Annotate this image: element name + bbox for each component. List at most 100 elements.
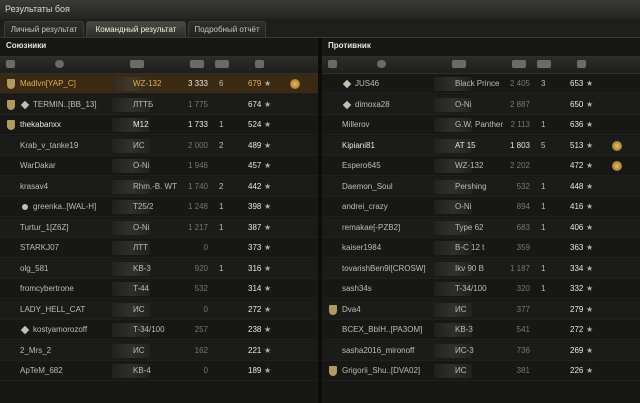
damage-value: 1 946 xyxy=(187,161,208,170)
player-row[interactable]: kostyamorozoff T-34/100 257 238 ★ xyxy=(0,320,318,340)
player-row[interactable]: andrei_crazy O-Ni 894 1 416 ★ xyxy=(322,197,640,217)
tab-detailed-report[interactable]: Подробный отчёт xyxy=(188,21,266,37)
player-row[interactable]: Turtur_1[Z6Z] O-Ni 1 217 1 387 ★ xyxy=(0,217,318,238)
xp-star-icon[interactable] xyxy=(255,60,264,68)
player-name[interactable]: sasha2016_mironoff xyxy=(342,341,414,361)
player-row[interactable]: tovarishBen9l[CROSW] Ikv 90 B 1 187 1 334 ★ xyxy=(322,258,640,279)
player-name[interactable]: STARKJ07 xyxy=(20,238,59,258)
xp-value: 650 xyxy=(570,99,584,109)
player-row[interactable]: Kipiani81 AT 15 1 803 5 513 ★ xyxy=(322,135,640,156)
player-row[interactable]: Espero645 WZ-132 2 202 472 ★ xyxy=(322,156,640,176)
tab-team-result[interactable]: Командный результат xyxy=(86,21,186,37)
player-icon[interactable] xyxy=(55,60,64,68)
platoon-icon[interactable] xyxy=(328,60,337,68)
badge-icon xyxy=(329,304,337,315)
tank-icon[interactable] xyxy=(130,60,144,68)
player-row[interactable]: Krab_v_tanke19 ИС 2 000 2 489 ★ xyxy=(0,135,318,156)
medal-icon[interactable] xyxy=(612,140,622,151)
player-name[interactable]: 2_Mrs_2 xyxy=(20,341,51,361)
player-name[interactable]: WarDakar xyxy=(20,156,56,176)
xp-value: 221 xyxy=(248,345,262,355)
player-name[interactable]: kaiser1984 xyxy=(342,238,381,258)
player-row[interactable]: Grigorii_Shu..[DVA02] ИС 381 226 ★ xyxy=(322,361,640,381)
player-row[interactable]: sash34s T-34/100 320 1 332 ★ xyxy=(322,279,640,299)
player-name[interactable]: krasav4 xyxy=(20,177,48,197)
damage-value: 359 xyxy=(516,243,530,252)
star-icon: ★ xyxy=(264,345,272,355)
player-name[interactable]: remakae[-PZB2] xyxy=(342,218,400,238)
player-row[interactable]: JUS46 Black Prince 2 405 3 653 ★ xyxy=(322,74,640,94)
player-row[interactable]: remakae[-PZB2] Type 62 683 1 406 ★ xyxy=(322,217,640,238)
player-row[interactable]: LADY_HELL_CAT ИС 0 272 ★ xyxy=(0,299,318,320)
tank-name: T-44 xyxy=(133,284,150,293)
frags-value: 2 xyxy=(219,140,224,150)
frags-value: 1 xyxy=(541,181,546,191)
xp-star-icon[interactable] xyxy=(577,60,586,68)
player-row[interactable]: fromcybertrone T-44 532 314 ★ xyxy=(0,279,318,299)
platoon-icon[interactable] xyxy=(6,60,15,68)
medal-icon[interactable] xyxy=(290,79,300,89)
player-name[interactable]: sash34s xyxy=(342,279,372,299)
tank-name: ЛТТБ xyxy=(133,99,154,109)
player-row[interactable]: Dva4 ИС 377 279 ★ xyxy=(322,299,640,320)
player-name[interactable]: Krab_v_tanke19 xyxy=(20,136,78,156)
player-row[interactable]: olg_581 KB-3 920 1 316 ★ xyxy=(0,258,318,279)
player-row[interactable]: 2_Mrs_2 ИС 162 221 ★ xyxy=(0,340,318,361)
damage-icon[interactable] xyxy=(512,60,526,68)
tank-name: O-Ni xyxy=(455,99,472,109)
frags-value: 1 xyxy=(541,120,546,129)
player-name[interactable]: LADY_HELL_CAT xyxy=(20,300,85,320)
player-name[interactable]: dimoxa28 xyxy=(355,95,390,115)
player-row[interactable]: Millerov G.W. Panther 2 113 1 636 ★ xyxy=(322,115,640,135)
player-name[interactable]: JUS46 xyxy=(355,74,379,94)
player-row[interactable]: BCEX_BbIH..[PA3OM] KB-3 541 272 ★ xyxy=(322,320,640,340)
player-name[interactable]: greenka..[WAL-H] xyxy=(33,197,96,217)
player-name[interactable]: Daemon_Soul xyxy=(342,177,393,197)
player-row[interactable]: thekabanxx M12 1 733 1 524 ★ xyxy=(0,115,318,135)
player-name[interactable]: TERMIN..[BB_13] xyxy=(33,95,97,115)
player-row[interactable]: dimoxa28 O-Ni 2 887 650 ★ xyxy=(322,94,640,115)
player-row[interactable]: krasav4 Rhm.-B. WT 1 740 2 442 ★ xyxy=(0,176,318,197)
player-row[interactable]: kaiser1984 B-C 12 t 359 363 ★ xyxy=(322,238,640,258)
player-row[interactable]: sasha2016_mironoff ИС-3 736 269 ★ xyxy=(322,340,640,361)
star-icon: ★ xyxy=(586,140,594,150)
damage-value: 1 733 xyxy=(187,120,208,129)
player-name[interactable]: kostyamorozoff xyxy=(33,320,87,340)
tank-name: O-Ni xyxy=(133,161,150,170)
damage-icon[interactable] xyxy=(190,60,204,68)
player-name[interactable]: Turtur_1[Z6Z] xyxy=(20,218,69,238)
player-name[interactable]: Espero645 xyxy=(342,156,381,176)
player-name[interactable]: tovarishBen9l[CROSW] xyxy=(342,259,426,279)
player-row[interactable]: WarDakar O-Ni 1 946 457 ★ xyxy=(0,156,318,176)
tank-icon[interactable] xyxy=(452,60,466,68)
medal-icon[interactable] xyxy=(612,161,622,171)
frags-icon[interactable] xyxy=(537,60,551,68)
player-name[interactable]: Millerov xyxy=(342,115,370,135)
player-row[interactable]: greenka..[WAL-H] T25/2 1 248 1 398 ★ xyxy=(0,197,318,217)
player-row[interactable]: ApTeM_682 KB-4 0 189 ★ xyxy=(0,361,318,381)
player-row[interactable]: Daemon_Soul Pershing 532 1 448 ★ xyxy=(322,176,640,197)
player-name[interactable]: andrei_crazy xyxy=(342,197,388,217)
frags-icon[interactable] xyxy=(215,60,229,68)
player-name[interactable]: ApTeM_682 xyxy=(20,361,63,381)
player-row[interactable]: Madlvn[YAP_C] WZ-132 3 333 6 679 ★ xyxy=(0,74,318,94)
player-name[interactable]: olg_581 xyxy=(20,259,48,279)
enemies-panel: Противник JUS46 Black Prince 2 405 3 653 ★ dim… xyxy=(322,38,640,403)
player-icon[interactable] xyxy=(377,60,386,68)
player-row[interactable]: TERMIN..[BB_13] ЛТТБ 1 775 674 ★ xyxy=(0,94,318,115)
allies-column-header xyxy=(0,56,318,74)
player-name[interactable]: Madlvn[YAP_C] xyxy=(20,74,76,94)
diamond-icon xyxy=(20,100,30,109)
damage-value: 2 887 xyxy=(509,99,530,109)
player-row[interactable]: STARKJ07 ЛТТ 0 373 ★ xyxy=(0,238,318,258)
tank-name: O-Ni xyxy=(133,222,150,232)
player-name[interactable]: thekabanxx xyxy=(20,115,61,135)
player-name[interactable]: Dva4 xyxy=(342,300,361,320)
tab-personal-result[interactable]: Личный результат xyxy=(4,21,84,37)
tank-name: AT 15 xyxy=(455,140,476,150)
player-name[interactable]: fromcybertrone xyxy=(20,279,74,299)
player-name[interactable]: Kipiani81 xyxy=(342,136,375,156)
tank-name: KB-3 xyxy=(455,325,473,334)
player-name[interactable]: BCEX_BbIH..[PA3OM] xyxy=(342,320,422,340)
player-name[interactable]: Grigorii_Shu..[DVA02] xyxy=(342,361,420,381)
